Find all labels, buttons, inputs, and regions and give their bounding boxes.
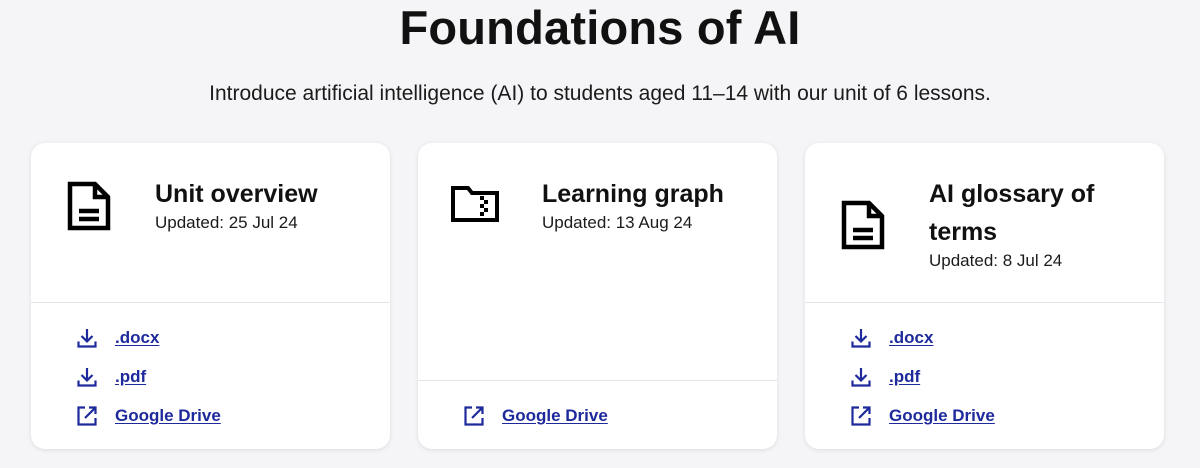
link-label: Google Drive: [889, 406, 995, 425]
document-icon: [841, 200, 885, 250]
download-icon: [77, 329, 97, 348]
external-link-icon: [77, 406, 97, 426]
google-drive-link[interactable]: Google Drive: [849, 404, 995, 428]
link-label: Google Drive: [502, 406, 608, 425]
resource-card-learning-graph: Learning graph Updated: 13 Aug 24 Google…: [418, 143, 777, 449]
page-title: Foundations of AI: [399, 1, 801, 54]
download-icon: [851, 329, 871, 348]
link-label: .pdf: [889, 367, 921, 386]
download-docx-link[interactable]: .docx: [849, 326, 933, 350]
resource-card-ai-glossary: AI glossary of terms Updated: 8 Jul 24 .…: [805, 143, 1164, 449]
card-updated-date: Updated: 8 Jul 24: [929, 251, 1063, 270]
card-title: AI glossary of terms: [929, 180, 1095, 246]
download-pdf-link[interactable]: .pdf: [849, 365, 920, 389]
document-icon: [67, 181, 111, 231]
link-label: .docx: [115, 328, 160, 347]
card-updated-date: Updated: 25 Jul 24: [155, 213, 298, 232]
link-label: .pdf: [115, 367, 147, 386]
card-title: Unit overview: [155, 180, 318, 208]
link-label: Google Drive: [115, 406, 221, 425]
page-intro: Introduce artificial intelligence (AI) t…: [209, 82, 991, 105]
external-link-icon: [464, 406, 484, 426]
folder-zip-icon: [451, 186, 499, 222]
card-divider: [31, 302, 390, 303]
card-updated-date: Updated: 13 Aug 24: [542, 213, 693, 232]
card-divider: [418, 380, 777, 381]
card-divider: [805, 302, 1164, 303]
download-docx-link[interactable]: .docx: [75, 326, 159, 350]
card-title: Learning graph: [542, 180, 724, 208]
download-pdf-link[interactable]: .pdf: [75, 365, 146, 389]
link-label: .docx: [889, 328, 934, 347]
google-drive-link[interactable]: Google Drive: [462, 404, 608, 428]
google-drive-link[interactable]: Google Drive: [75, 404, 221, 428]
resource-card-unit-overview: Unit overview Updated: 25 Jul 24 .docx .…: [31, 143, 390, 449]
download-icon: [77, 368, 97, 387]
download-icon: [851, 368, 871, 387]
external-link-icon: [851, 406, 871, 426]
